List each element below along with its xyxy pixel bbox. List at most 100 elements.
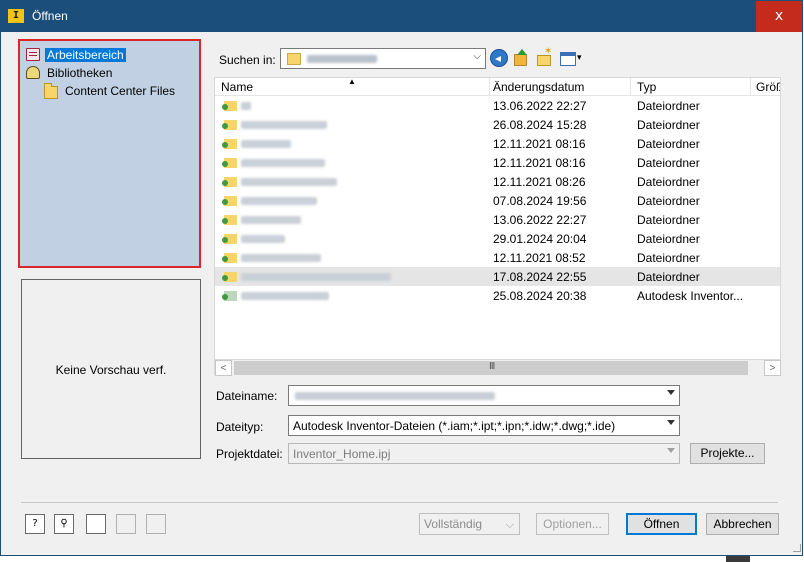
footer-divider [21,502,778,503]
inventor-app-icon: I [8,9,24,23]
sort-ascending-icon: ▲ [348,77,356,86]
scroll-right-button[interactable]: > [764,360,781,376]
open-mode-value: Vollständig [424,517,483,531]
file-list[interactable]: Name ▲ Änderungsdatum Typ Größ 13.06.202… [214,77,781,375]
close-button[interactable]: x [756,1,802,32]
binoculars-find-icon[interactable]: ⚲ [54,514,74,534]
row-date: 07.08.2024 19:56 [493,194,587,208]
table-row[interactable]: 29.01.2024 20:04 Dateiordner [215,229,780,248]
preview-pane: Keine Vorschau verf. [21,279,201,459]
redacted-filename-value [295,392,495,400]
column-header-type[interactable]: Typ [637,80,656,96]
redacted-file-name [241,197,317,205]
row-type: Dateiordner [637,156,700,170]
cancel-button[interactable]: Abbrechen [706,513,779,535]
table-row[interactable]: 12.11.2021 08:16 Dateiordner [215,134,780,153]
open-button[interactable]: Öffnen [626,513,697,535]
location-tree-panel: Arbeitsbereich Bibliotheken Content Cent… [18,39,201,268]
column-header-date[interactable]: Änderungsdatum [493,80,584,96]
folder-icon [222,177,237,187]
redacted-file-name [241,292,329,300]
row-date: 13.06.2022 22:27 [493,99,587,113]
filename-combo[interactable] [288,385,680,406]
chevron-down-icon [667,448,675,453]
chevron-down-icon: ⌵ [505,518,514,531]
column-separator[interactable] [750,78,751,96]
folder-icon [222,253,237,263]
table-row[interactable]: 12.11.2021 08:16 Dateiordner [215,153,780,172]
table-row[interactable]: 12.11.2021 08:26 Dateiordner [215,172,780,191]
chevron-down-icon [667,390,675,395]
row-type: Dateiordner [637,175,700,189]
redacted-file-name [241,102,251,110]
horizontal-scrollbar[interactable]: < III > [215,359,781,376]
workspace-book-icon [26,48,40,61]
table-row[interactable]: 07.08.2024 19:56 Dateiordner [215,191,780,210]
row-date: 12.11.2021 08:16 [493,156,586,170]
filetype-label: Dateityp: [216,420,264,434]
help-icon[interactable]: ? [25,514,45,534]
redacted-file-name [241,140,291,148]
title-bar[interactable]: I Öffnen x [1,1,802,32]
row-date: 29.01.2024 20:04 [493,232,587,246]
lookin-dropdown[interactable]: ⌵ [280,48,486,69]
redacted-folder-name [307,55,377,63]
row-date: 13.06.2022 22:27 [493,213,587,227]
column-separator[interactable] [489,78,490,96]
row-type: Dateiordner [637,137,700,151]
nav-item-label: Arbeitsbereich [45,48,126,62]
folder-icon [222,215,237,225]
folder-icon [222,101,237,111]
folder-icon [222,196,237,206]
up-one-level-icon[interactable] [512,49,530,67]
project-file-label: Projektdatei: [216,447,283,461]
table-row[interactable]: 13.06.2022 22:27 Dateiordner [215,210,780,229]
scrollbar-grip: III [489,361,495,372]
project-file-value: Inventor_Home.ipj [293,447,391,461]
project-file-dropdown: Inventor_Home.ipj [288,443,680,464]
row-type: Dateiordner [637,118,700,132]
table-row[interactable]: 17.08.2024 22:55 Dateiordner [215,267,780,286]
save-copy-icon [146,514,166,534]
folder-icon [222,120,237,130]
row-type: Dateiordner [637,194,700,208]
table-row[interactable]: 26.08.2024 15:28 Dateiordner [215,115,780,134]
table-row[interactable]: 25.08.2024 20:38 Autodesk Inventor... [215,286,780,305]
nav-item-label: Bibliotheken [47,66,113,80]
open-mode-dropdown: Vollständig ⌵ [419,513,520,535]
table-row[interactable]: 13.06.2022 22:27 Dateiordner [215,96,780,115]
options-button: Optionen... [536,513,609,535]
window-title: Öffnen [32,9,68,23]
chevron-down-icon: ⌵ [473,51,481,62]
column-header-name[interactable]: Name [221,80,253,96]
row-date: 17.08.2024 22:55 [493,270,587,284]
folder-icon [222,139,237,149]
column-separator[interactable] [630,78,631,96]
row-type: Dateiordner [637,251,700,265]
back-arrow-icon[interactable] [490,49,508,67]
projects-button[interactable]: Projekte... [690,443,765,464]
scroll-left-button[interactable]: < [215,360,232,376]
file-preview-icon[interactable] [86,514,106,534]
library-icon [26,66,40,79]
folder-icon [222,234,237,244]
preview-placeholder-text: Keine Vorschau verf. [55,363,167,377]
resize-grip[interactable] [793,544,801,552]
chevron-down-icon [667,420,675,425]
view-menu-icon[interactable]: ▾ [559,49,587,67]
redacted-file-name [241,273,391,281]
open-options-icon [116,514,136,534]
table-row[interactable]: 12.11.2021 08:52 Dateiordner [215,248,780,267]
folder-icon [287,53,301,65]
row-date: 26.08.2024 15:28 [493,118,587,132]
row-type: Dateiordner [637,213,700,227]
column-header-size[interactable]: Größ [756,80,780,96]
folder-icon [222,158,237,168]
new-folder-icon[interactable] [535,46,553,67]
redacted-file-name [241,159,325,167]
scrollbar-thumb[interactable]: III [234,361,748,375]
redacted-file-name [241,216,301,224]
inventor-file-icon [222,291,237,301]
filetype-dropdown[interactable]: Autodesk Inventor-Dateien (*.iam;*.ipt;*… [288,415,680,436]
redacted-file-name [241,121,327,129]
